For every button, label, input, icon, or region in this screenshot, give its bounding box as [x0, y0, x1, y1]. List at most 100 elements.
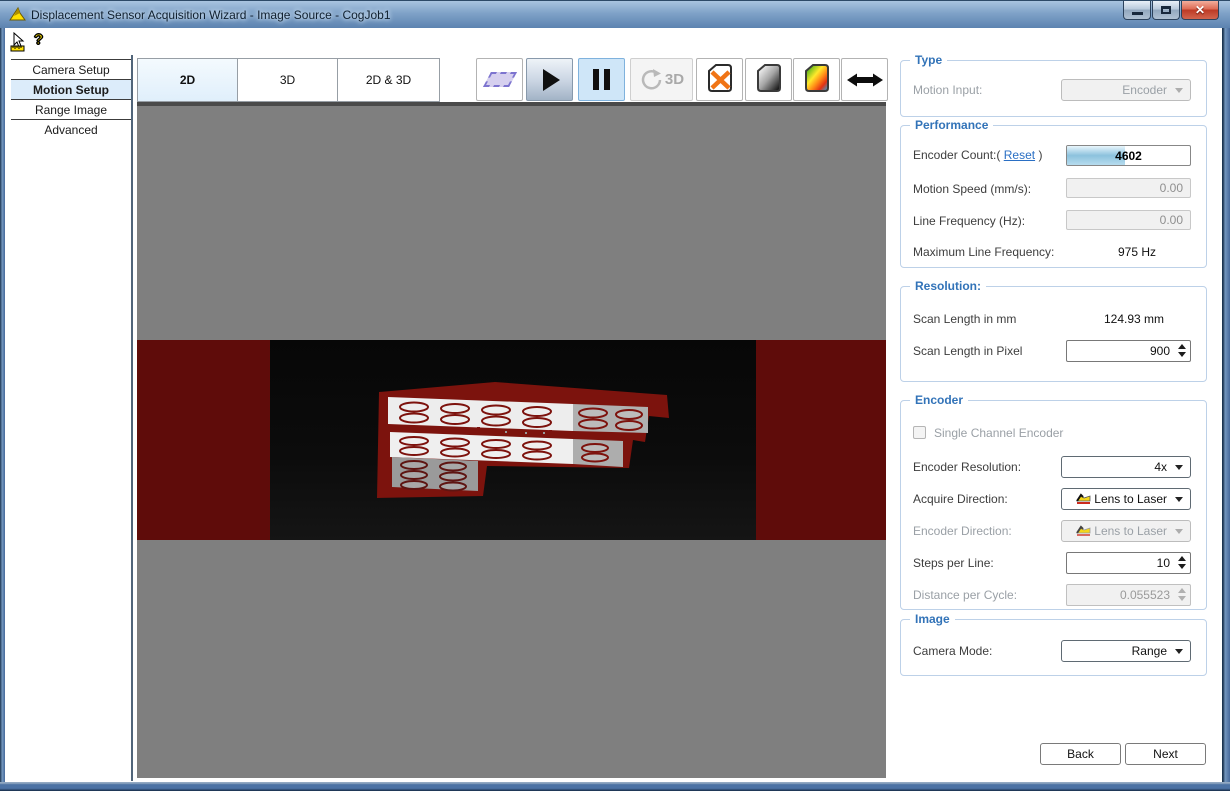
play-icon	[543, 69, 560, 91]
window-border-bottom	[0, 782, 1230, 791]
steps-per-line-input[interactable]	[1069, 554, 1170, 572]
scan-length-px-input[interactable]	[1069, 342, 1170, 360]
motion-speed-field: 0.00	[1066, 178, 1191, 198]
steps-per-line-spinner[interactable]	[1066, 552, 1191, 574]
fit-width-button[interactable]	[841, 58, 888, 101]
group-resolution-heading: Resolution:	[910, 279, 986, 293]
scan-length-mm-label: Scan Length in mm	[913, 312, 1016, 326]
chevron-down-icon	[1175, 465, 1183, 470]
color-palette-button[interactable]	[793, 58, 840, 101]
encoder-count-value: 4602	[1067, 146, 1190, 163]
camera-mode-value: Range	[1132, 644, 1167, 658]
minimize-icon	[1132, 12, 1143, 15]
titlebar: Displacement Sensor Acquisition Wizard -…	[0, 0, 1230, 28]
minimize-button[interactable]	[1123, 1, 1151, 20]
single-channel-label: Single Channel Encoder	[934, 426, 1063, 440]
single-channel-checkbox	[913, 426, 926, 439]
window-border-left	[0, 28, 5, 791]
maximize-button[interactable]	[1152, 1, 1180, 20]
max-line-frequency-value: 975 Hz	[1118, 245, 1156, 259]
nav-item-range-image[interactable]: Range Image	[11, 100, 131, 120]
pointer-measure-icon[interactable]	[10, 32, 30, 55]
chevron-down-icon	[1175, 529, 1183, 534]
caption-buttons: ✕	[1123, 1, 1219, 20]
encoder-count-label-prefix: Encoder Count:(	[913, 148, 1000, 162]
motion-speed-label: Motion Speed (mm/s):	[913, 182, 1031, 196]
group-encoder-heading: Encoder	[910, 393, 968, 407]
panel-splitter	[131, 55, 133, 781]
tab-2d[interactable]: 2D	[137, 58, 238, 102]
group-type-heading: Type	[910, 53, 947, 67]
spinner-arrows-icon[interactable]	[1178, 344, 1186, 357]
pause-button[interactable]	[578, 58, 625, 101]
rotate-3d-icon: 3D	[639, 68, 684, 92]
motion-input-value: Encoder	[1122, 83, 1167, 97]
help-icon[interactable]: ?	[34, 31, 43, 48]
chevron-down-icon	[1175, 649, 1183, 654]
nav-item-motion-setup[interactable]: Motion Setup	[11, 80, 131, 100]
no-image-button[interactable]	[696, 58, 743, 101]
group-resolution: Resolution: Scan Length in mm 124.93 mm …	[900, 286, 1207, 382]
no-image-icon	[705, 62, 735, 97]
region-select-button[interactable]	[476, 58, 523, 101]
encoder-direction-combo: Lens to Laser	[1061, 520, 1191, 542]
top-toolbar: ?	[0, 28, 1230, 55]
grayscale-palette-button[interactable]	[745, 58, 792, 101]
distance-per-cycle-label: Distance per Cycle:	[913, 588, 1017, 602]
fit-width-icon	[846, 72, 884, 88]
spinner-arrows-icon[interactable]	[1178, 556, 1186, 569]
group-image: Image Camera Mode: Range	[900, 619, 1207, 676]
range-scan-graphic	[137, 340, 886, 540]
tab-2d-and-3d[interactable]: 2D & 3D	[337, 58, 440, 102]
region-select-icon	[483, 72, 517, 87]
encoder-resolution-combo[interactable]: 4x	[1061, 456, 1191, 478]
sensor-direction-icon	[1076, 493, 1091, 505]
acquire-direction-value: Lens to Laser	[1094, 492, 1167, 506]
play-button[interactable]	[526, 58, 573, 101]
encoder-count-field: 4602	[1066, 145, 1191, 166]
scan-length-px-spinner[interactable]	[1066, 340, 1191, 362]
encoder-direction-value: Lens to Laser	[1094, 524, 1167, 538]
rotate-3d-button: 3D	[630, 58, 693, 101]
acquire-direction-label: Acquire Direction:	[913, 492, 1008, 506]
image-viewport	[137, 106, 886, 778]
close-button[interactable]: ✕	[1181, 1, 1219, 20]
window-title: Displacement Sensor Acquisition Wizard -…	[31, 8, 391, 22]
nav-item-advanced[interactable]: Advanced	[11, 120, 131, 140]
encoder-count-label: Encoder Count:( Reset )	[913, 148, 1042, 162]
tab-3d[interactable]: 3D	[237, 58, 338, 102]
sensor-direction-icon	[1076, 525, 1091, 537]
scan-length-px-label: Scan Length in Pixel	[913, 344, 1022, 358]
line-frequency-field: 0.00	[1066, 210, 1191, 230]
reset-link[interactable]: Reset	[1004, 148, 1035, 162]
group-type: Type Motion Input: Encoder	[900, 60, 1207, 117]
chevron-down-icon	[1175, 88, 1183, 93]
next-button[interactable]: Next	[1125, 743, 1206, 765]
close-icon: ✕	[1195, 3, 1205, 17]
steps-per-line-label: Steps per Line:	[913, 556, 994, 570]
nav-item-camera-setup[interactable]: Camera Setup	[11, 60, 131, 80]
distance-per-cycle-spinner	[1066, 584, 1191, 606]
motion-input-label: Motion Input:	[913, 83, 982, 97]
max-line-frequency-label: Maximum Line Frequency:	[913, 245, 1054, 259]
scan-length-mm-value: 124.93 mm	[1104, 312, 1164, 326]
maximize-icon	[1161, 6, 1171, 14]
color-palette-icon	[802, 62, 832, 97]
encoder-resolution-label: Encoder Resolution:	[913, 460, 1021, 474]
back-button[interactable]: Back	[1040, 743, 1121, 765]
encoder-direction-label: Encoder Direction:	[913, 524, 1012, 538]
line-frequency-label: Line Frequency (Hz):	[913, 214, 1025, 228]
encoder-count-label-suffix: )	[1038, 148, 1042, 162]
pause-icon	[593, 69, 610, 90]
group-encoder: Encoder Single Channel Encoder Encoder R…	[900, 400, 1207, 610]
motion-input-combo: Encoder	[1061, 79, 1191, 101]
group-image-heading: Image	[910, 612, 955, 626]
range-image-display	[137, 340, 886, 540]
group-performance: Performance Encoder Count:( Reset ) 4602…	[900, 125, 1207, 268]
wizard-step-nav: Camera Setup Motion Setup Range Image Ad…	[11, 59, 131, 140]
window-border-right	[1222, 28, 1230, 791]
camera-mode-label: Camera Mode:	[913, 644, 992, 658]
camera-mode-combo[interactable]: Range	[1061, 640, 1191, 662]
acquire-direction-combo[interactable]: Lens to Laser	[1061, 488, 1191, 510]
app-icon	[9, 6, 27, 26]
